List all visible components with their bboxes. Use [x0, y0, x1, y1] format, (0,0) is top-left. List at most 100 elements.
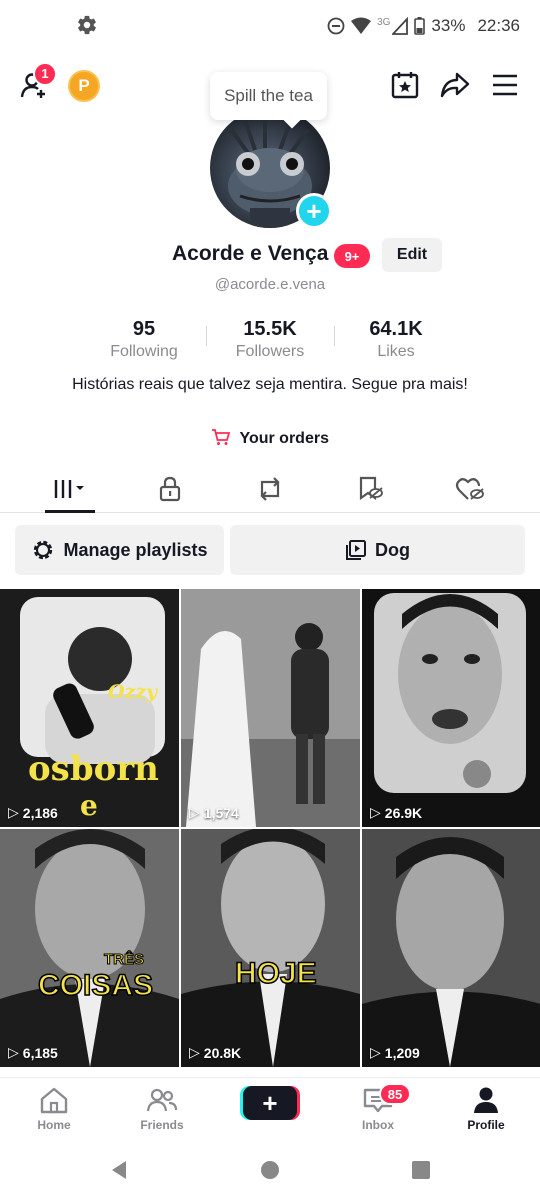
- shopping-cart-icon: [211, 429, 235, 447]
- video-thumbnail[interactable]: ▷ 1,209: [362, 829, 540, 1067]
- video-overlay-bottom: COISAS: [37, 968, 154, 1003]
- add-friends-badge: 1: [33, 62, 57, 86]
- video-thumbnail[interactable]: ▷ 1,574: [181, 589, 360, 827]
- calendar-button[interactable]: [388, 68, 422, 102]
- view-count: ▷ 6,185: [8, 1044, 58, 1061]
- do-not-disturb-icon: [327, 17, 345, 35]
- manage-playlists-button[interactable]: Manage playlists: [15, 525, 224, 575]
- view-count: ▷ 1,574: [189, 804, 239, 821]
- coins-button[interactable]: P: [68, 70, 100, 102]
- wifi-icon: [351, 17, 372, 34]
- video-overlay-bottom: HOJE: [234, 956, 317, 991]
- video-grid: Ozzy osborn e ▷ 2,186 ▷ 1,574 ▷ 26.9K TR…: [0, 589, 540, 1079]
- home-icon: [40, 1087, 68, 1114]
- system-navigation-bar: [0, 1145, 540, 1200]
- view-count-text: 1,209: [384, 1044, 420, 1061]
- status-bar: 3G 33% 22:36: [0, 0, 540, 52]
- content-tabs: [0, 465, 540, 513]
- play-icon: ▷: [8, 804, 19, 820]
- video-thumbnail[interactable]: TRÊS COISAS ▷ 6,185: [0, 829, 179, 1067]
- battery-percent: 33%: [431, 16, 466, 35]
- lock-icon: [159, 476, 181, 502]
- tab-favorites[interactable]: [316, 465, 424, 513]
- edit-profile-button[interactable]: Edit: [382, 238, 442, 272]
- nav-friends-label: Friends: [140, 1118, 184, 1132]
- menu-button[interactable]: [488, 68, 522, 102]
- video-thumbnail-image: [362, 829, 540, 1067]
- followers-count: 15.5K: [243, 318, 297, 340]
- your-orders-label: Your orders: [239, 430, 329, 447]
- tab-private[interactable]: [116, 465, 224, 513]
- view-count: ▷ 20.8K: [189, 1044, 241, 1061]
- spill-the-tea-tooltip[interactable]: Spill the tea: [210, 72, 327, 120]
- view-count: ▷ 2,186: [8, 804, 58, 821]
- video-thumbnail[interactable]: Ozzy osborn e ▷ 2,186: [0, 589, 179, 827]
- likes-label: Likes: [377, 343, 415, 360]
- view-count-text: 2,186: [22, 804, 58, 821]
- name-row: Acorde e Vença 9+ Edit: [0, 238, 540, 274]
- video-overlay-top: Ozzy: [108, 681, 158, 703]
- recents-square-icon[interactable]: [410, 1159, 432, 1181]
- inbox-badge: 85: [379, 1083, 411, 1105]
- network-type: 3G: [377, 16, 391, 28]
- share-profile-button[interactable]: [438, 68, 472, 102]
- tooltip-text: Spill the tea: [224, 86, 313, 105]
- back-icon[interactable]: [108, 1159, 130, 1181]
- bookmark-hidden-icon: [359, 476, 383, 501]
- nav-inbox-label: Inbox: [362, 1118, 394, 1132]
- stat-divider: [334, 326, 335, 346]
- play-icon: ▷: [370, 1044, 381, 1060]
- gear-outline-icon: [34, 540, 53, 560]
- tab-reposts[interactable]: [216, 465, 324, 513]
- view-count: ▷ 26.9K: [370, 804, 422, 821]
- bottom-navigation: Home Friends + Inbox 85 Profile: [0, 1077, 540, 1145]
- nav-profile[interactable]: Profile: [432, 1086, 540, 1132]
- video-thumbnail-image: [181, 589, 360, 827]
- calendar-star-icon: [391, 72, 419, 99]
- play-icon: ▷: [189, 804, 200, 820]
- nav-home-label: Home: [37, 1118, 71, 1132]
- manage-playlists-label: Manage playlists: [63, 539, 208, 560]
- battery-icon: [414, 17, 426, 35]
- heart-hidden-icon: [455, 478, 484, 500]
- signal-icon: [392, 17, 409, 35]
- video-thumbnail-image: [0, 829, 179, 1067]
- active-tab-indicator: [45, 510, 95, 513]
- play-icon: ▷: [189, 1044, 200, 1060]
- video-thumbnail-image: [374, 593, 526, 793]
- followers-stat[interactable]: 15.5K Followers: [210, 318, 330, 361]
- tab-videos[interactable]: [16, 465, 124, 513]
- repost-icon: [260, 477, 280, 501]
- following-count: 95: [132, 318, 156, 340]
- followers-label: Followers: [235, 343, 305, 360]
- video-overlay-top: TRÊS: [103, 951, 145, 969]
- play-icon: ▷: [8, 1044, 19, 1060]
- following-stat[interactable]: 95 Following: [84, 318, 204, 361]
- nav-inbox[interactable]: Inbox: [324, 1086, 432, 1132]
- profile-handle: @acorde.e.vena: [214, 276, 326, 293]
- video-overlay-extra: e: [80, 789, 98, 822]
- playlist-dog-button[interactable]: Dog: [230, 525, 525, 575]
- settings-gear-icon: [78, 15, 96, 35]
- nav-home[interactable]: Home: [0, 1086, 108, 1132]
- notifications-badge[interactable]: 9+: [334, 244, 370, 268]
- friends-icon: [146, 1088, 178, 1112]
- following-label: Following: [110, 343, 178, 360]
- tab-liked[interactable]: [416, 465, 524, 513]
- playlist-name: Dog: [375, 539, 410, 560]
- nav-friends[interactable]: Friends: [108, 1086, 216, 1132]
- video-thumbnail[interactable]: HOJE ▷ 20.8K: [181, 829, 360, 1067]
- clock: 22:36: [477, 16, 520, 35]
- add-avatar-button[interactable]: +: [296, 193, 332, 229]
- view-count-text: 1,574: [203, 804, 239, 821]
- home-circle-icon[interactable]: [259, 1159, 281, 1181]
- create-video-button[interactable]: +: [243, 1086, 297, 1120]
- video-thumbnail[interactable]: ▷ 26.9K: [362, 589, 540, 827]
- your-orders-link[interactable]: Your orders: [0, 428, 540, 448]
- hamburger-menu-icon: [493, 74, 517, 96]
- coin-letter: P: [78, 76, 90, 95]
- likes-stat[interactable]: 64.1K Likes: [336, 318, 456, 361]
- videos-grid-dropdown-icon: [54, 480, 84, 498]
- view-count-text: 26.9K: [384, 804, 423, 821]
- profile-name: Acorde e Vença: [172, 242, 329, 265]
